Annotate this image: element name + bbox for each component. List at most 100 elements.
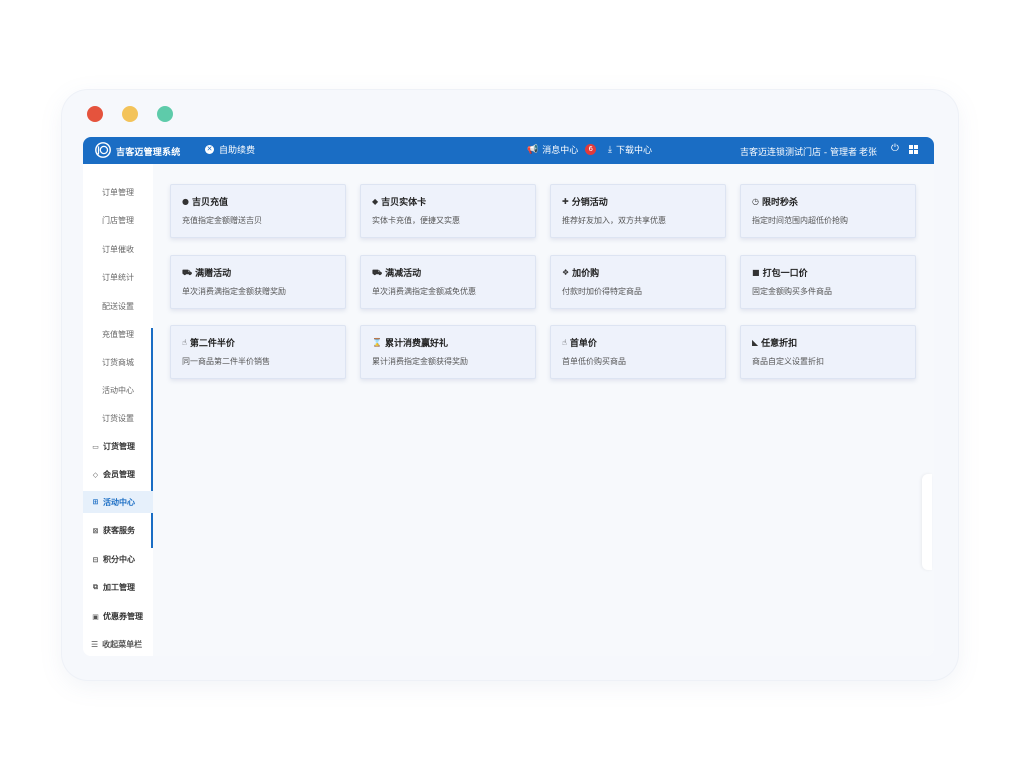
user-name[interactable]: 老张 bbox=[859, 145, 877, 158]
cart-icon: ⛟ bbox=[372, 267, 383, 277]
megaphone-icon: 📢 bbox=[527, 144, 539, 155]
activity-card-first-order-price[interactable]: ☝ 首单价 首单低价购买商品 bbox=[550, 325, 726, 379]
activity-card-add-on-purchase[interactable]: ❖ 加价购 付款时加价得特定商品 bbox=[550, 255, 726, 309]
activity-card-second-half-price[interactable]: ☝ 第二件半价 同一商品第二件半价销售 bbox=[170, 325, 346, 379]
activity-card-distribution[interactable]: ✚ 分销活动 推荐好友加入，双方共享优惠 bbox=[550, 184, 726, 238]
cart-icon: ⛟ bbox=[182, 267, 193, 277]
sidebar-item-processing[interactable]: ⧉ 加工管理 bbox=[83, 582, 153, 593]
grid-menu-icon[interactable] bbox=[909, 145, 918, 154]
apps-icon: ⊠ bbox=[92, 526, 99, 535]
card-description: 固定金额购买多件商品 bbox=[752, 287, 832, 296]
sidebar-item-member[interactable]: ◇ 会员管理 bbox=[83, 469, 153, 480]
sidebar: 订单管理 门店管理 订单催收 订单统计 配送设置 充值管理 订货商城 活动中心 … bbox=[83, 164, 153, 656]
store-name: 吉客迈连锁测试门店 - 管理者 bbox=[740, 148, 857, 158]
brand-title: 吉客迈管理系统 bbox=[116, 148, 181, 158]
message-center-button[interactable]: 📢 消息中心 6 bbox=[527, 143, 597, 156]
sidebar-subitem[interactable]: 订单催收 bbox=[83, 244, 153, 255]
app-screen: 吉客迈管理系统 ✕ 自助续费 📢 消息中心 6 ⤓ 下载中心 吉客迈连锁测试门店… bbox=[83, 137, 934, 656]
window-minimize-dot bbox=[122, 106, 138, 122]
cart-icon: ▭ bbox=[92, 442, 99, 451]
hourglass-icon: ⌛ bbox=[372, 338, 382, 347]
download-center-button[interactable]: ⤓ 下载中心 bbox=[608, 143, 652, 157]
points-icon: ⊟ bbox=[92, 555, 99, 564]
sidebar-item-label: 会员管理 bbox=[103, 470, 135, 479]
message-center-label: 消息中心 bbox=[542, 146, 579, 156]
card-description: 首单低价购买商品 bbox=[562, 357, 626, 366]
drop-icon: ● bbox=[182, 197, 189, 206]
message-count-badge: 6 bbox=[585, 144, 597, 155]
sidebar-subitem[interactable]: 充值管理 bbox=[83, 329, 153, 340]
card-description: 商品自定义设置折扣 bbox=[752, 357, 824, 366]
card-title: 吉贝实体卡 bbox=[381, 198, 427, 208]
activity-card-cumulative-reward[interactable]: ⌛ 累计消费赢好礼 累计消费指定金额获得奖励 bbox=[360, 325, 536, 379]
activity-card-discount-on-spend[interactable]: ⛟ 满减活动 单次消费满指定金额减免优惠 bbox=[360, 255, 536, 309]
card-description: 充值指定金额赠送吉贝 bbox=[182, 216, 262, 225]
hand-icon: ☝ bbox=[562, 338, 567, 347]
card-title: 吉贝充值 bbox=[191, 198, 228, 208]
activity-card-bundle-price[interactable]: ■ 打包一口价 固定金额购买多件商品 bbox=[740, 255, 916, 309]
power-icon[interactable]: ⏻ bbox=[891, 143, 899, 154]
top-bar: 吉客迈管理系统 ✕ 自助续费 📢 消息中心 6 ⤓ 下载中心 吉客迈连锁测试门店… bbox=[83, 137, 934, 164]
sidebar-item-label: 优惠券管理 bbox=[103, 612, 143, 621]
sidebar-item-label: 加工管理 bbox=[103, 583, 135, 592]
sidebar-item-label: 活动中心 bbox=[103, 497, 135, 507]
card-title: 首单价 bbox=[569, 339, 597, 349]
collapse-menu-button[interactable]: ☰ 收起菜单栏 bbox=[83, 639, 153, 650]
card-title: 打包一口价 bbox=[762, 269, 808, 279]
card-description: 指定时间范围内超低价抢购 bbox=[752, 216, 848, 225]
activity-card-gift-on-spend[interactable]: ⛟ 满赠活动 单次消费满指定金额获赠奖励 bbox=[170, 255, 346, 309]
card-description: 同一商品第二件半价销售 bbox=[182, 357, 270, 366]
brand-logo-icon bbox=[95, 142, 111, 158]
card-description: 累计消费指定金额获得奖励 bbox=[372, 357, 468, 366]
sidebar-subitem[interactable]: 配送设置 bbox=[83, 301, 153, 312]
download-center-label: 下载中心 bbox=[615, 146, 652, 156]
sidebar-subitem[interactable]: 订单管理 bbox=[83, 187, 153, 198]
side-drawer-handle[interactable] bbox=[922, 474, 932, 570]
download-icon: ⤓ bbox=[608, 144, 612, 155]
activity-card-flash-sale[interactable]: ◷ 限时秒杀 指定时间范围内超低价抢购 bbox=[740, 184, 916, 238]
clock-icon: ◷ bbox=[752, 197, 759, 206]
device-frame: 吉客迈管理系统 ✕ 自助续费 📢 消息中心 6 ⤓ 下载中心 吉客迈连锁测试门店… bbox=[62, 90, 958, 680]
sidebar-subitem[interactable]: 订货设置 bbox=[83, 413, 153, 424]
card-title: 任意折扣 bbox=[761, 339, 798, 349]
coupon-icon: ▣ bbox=[92, 612, 99, 621]
window-close-dot bbox=[87, 106, 103, 122]
main-content: ● 吉贝充值 充值指定金额赠送吉贝 ◆ 吉贝实体卡 实体卡充值，便捷又实惠 ✚ 分销活… bbox=[153, 164, 934, 656]
renew-icon: ✕ bbox=[205, 145, 214, 154]
card-title: 分销活动 bbox=[571, 198, 608, 208]
sidebar-item-acquisition[interactable]: ⊠ 获客服务 bbox=[83, 525, 153, 536]
user-plus-icon: ✚ bbox=[562, 197, 569, 206]
sidebar-item-activity[interactable]: ⊞ 活动中心 bbox=[83, 491, 153, 513]
sidebar-item-label: 获客服务 bbox=[103, 526, 135, 535]
activity-card-custom-discount[interactable]: ◣ 任意折扣 商品自定义设置折扣 bbox=[740, 325, 916, 379]
sidebar-subitem[interactable]: 订货商城 bbox=[83, 357, 153, 368]
menu-icon: ☰ bbox=[91, 640, 99, 649]
tag-icon: ◆ bbox=[372, 197, 379, 206]
card-description: 实体卡充值，便捷又实惠 bbox=[372, 216, 460, 225]
sidebar-item-order[interactable]: ▭ 订货管理 bbox=[83, 441, 153, 452]
sidebar-subitem[interactable]: 门店管理 bbox=[83, 215, 153, 226]
activity-card-jibei-recharge[interactable]: ● 吉贝充值 充值指定金额赠送吉贝 bbox=[170, 184, 346, 238]
card-description: 付款时加价得特定商品 bbox=[562, 287, 642, 296]
gift-icon: ⊞ bbox=[92, 498, 99, 506]
card-title: 满赠活动 bbox=[195, 269, 232, 279]
card-title: 第二件半价 bbox=[189, 339, 235, 349]
card-title: 累计消费赢好礼 bbox=[384, 339, 448, 349]
self-renew-label: 自助续费 bbox=[219, 146, 256, 156]
process-icon: ⧉ bbox=[93, 583, 98, 591]
box-icon: ■ bbox=[752, 268, 760, 277]
card-description: 单次消费满指定金额获赠奖励 bbox=[182, 287, 286, 296]
sidebar-item-label: 积分中心 bbox=[103, 555, 135, 564]
self-renew-link[interactable]: ✕ 自助续费 bbox=[205, 143, 255, 156]
activity-card-jibei-card[interactable]: ◆ 吉贝实体卡 实体卡充值，便捷又实惠 bbox=[360, 184, 536, 238]
sidebar-subitem[interactable]: 订单统计 bbox=[83, 272, 153, 283]
cubes-icon: ❖ bbox=[562, 268, 570, 277]
area-chart-icon: ◣ bbox=[752, 338, 759, 347]
card-description: 单次消费满指定金额减免优惠 bbox=[372, 287, 476, 296]
window-maximize-dot bbox=[157, 106, 173, 122]
sidebar-subitem[interactable]: 活动中心 bbox=[83, 385, 153, 396]
member-icon: ◇ bbox=[92, 470, 99, 479]
sidebar-item-points[interactable]: ⊟ 积分中心 bbox=[83, 554, 153, 565]
sidebar-item-coupon[interactable]: ▣ 优惠券管理 bbox=[83, 611, 153, 622]
hand-icon: ☝ bbox=[182, 338, 187, 347]
